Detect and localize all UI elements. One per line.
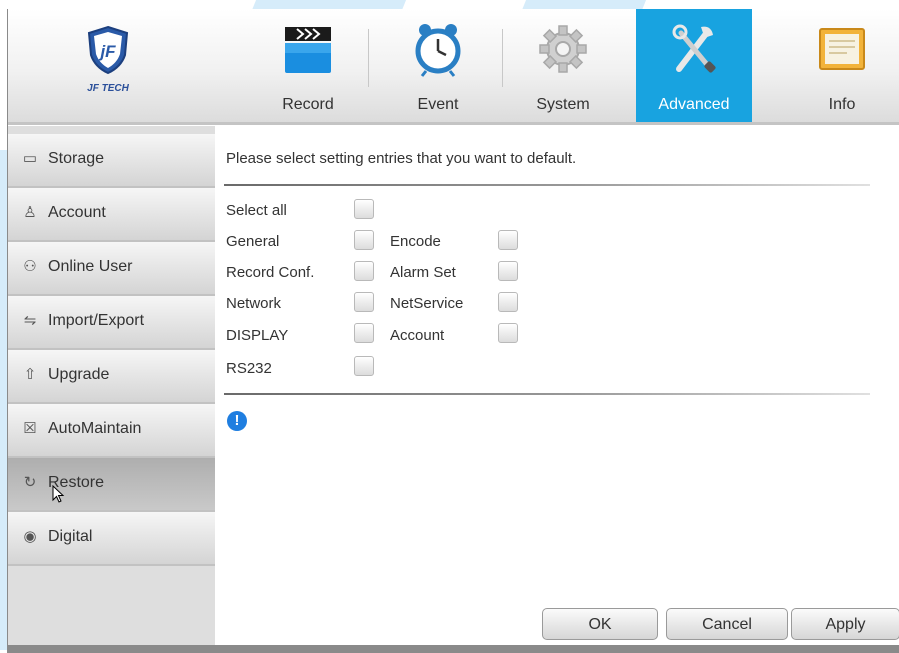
bottom-bar	[8, 645, 899, 653]
option-label-encode: Encode	[390, 233, 441, 250]
tab-label: Info	[828, 96, 856, 113]
users-icon: ⚇	[23, 258, 37, 275]
sidebar-item-label: Digital	[48, 528, 93, 545]
tab-divider	[502, 29, 503, 87]
mouse-cursor-icon	[52, 485, 65, 503]
gear-icon	[539, 25, 587, 73]
tab-divider	[368, 29, 369, 87]
sidebar-item-digital[interactable]: ◉ Digital	[8, 512, 215, 566]
alarm-clock-icon	[415, 24, 461, 77]
select-all-checkbox[interactable]	[354, 199, 374, 219]
shield-logo-icon: jF	[87, 25, 129, 75]
info-icon: !	[227, 411, 247, 431]
checkbox-network[interactable]	[354, 292, 374, 312]
logo-text: JF TECH	[87, 83, 129, 94]
panel-headline: Please select setting entries that you w…	[226, 150, 577, 167]
cancel-button[interactable]: Cancel	[666, 608, 788, 640]
tab-label: Advanced	[658, 96, 730, 113]
top-nav-bar: jF JF TECH Record Event System Advanced …	[8, 9, 899, 125]
restore-icon: ↻	[23, 474, 37, 491]
digital-icon: ◉	[23, 528, 37, 545]
tab-advanced[interactable]: Advanced	[636, 9, 752, 122]
divider	[224, 393, 870, 395]
divider	[224, 184, 870, 186]
sidebar-item-storage[interactable]: ▭ Storage	[8, 134, 215, 188]
restore-panel: Please select setting entries that you w…	[215, 126, 899, 645]
option-label-account: Account	[390, 327, 445, 344]
sidebar-item-label: Upgrade	[48, 366, 110, 383]
checkbox-netservice[interactable]	[498, 292, 518, 312]
sidebar-item-account[interactable]: ♙ Account	[8, 188, 215, 242]
sidebar-item-import-export[interactable]: ⇋ Import/Export	[8, 296, 215, 350]
tab-label: System	[536, 96, 590, 113]
option-label-network: Network	[226, 295, 282, 312]
option-label-rs232: RS232	[226, 360, 272, 377]
calendar-icon: ☒	[23, 420, 37, 437]
svg-text:jF: jF	[98, 42, 116, 61]
upgrade-icon: ⇧	[23, 366, 37, 383]
sidebar-item-automaintain[interactable]: ☒ AutoMaintain	[8, 404, 215, 458]
option-label-alarm-set: Alarm Set	[390, 264, 456, 281]
checkbox-display[interactable]	[354, 323, 374, 343]
option-label-general: General	[226, 233, 280, 250]
checkbox-record-conf[interactable]	[354, 261, 374, 281]
option-label-display: DISPLAY	[226, 327, 289, 344]
tab-info[interactable]: Info	[784, 9, 899, 122]
option-label-record-conf: Record Conf.	[226, 264, 315, 281]
checkbox-alarm-set[interactable]	[498, 261, 518, 281]
sidebar-item-label: Import/Export	[48, 312, 145, 329]
tab-label: Record	[282, 96, 334, 113]
select-all-label: Select all	[226, 202, 287, 219]
checkbox-general[interactable]	[354, 230, 374, 250]
tab-event[interactable]: Event	[380, 9, 496, 122]
sidebar: ▭ Storage ♙ Account ⚇ Online User ⇋ Impo…	[8, 126, 215, 645]
storage-icon: ▭	[22, 150, 38, 167]
option-label-netservice: NetService	[390, 295, 464, 312]
tab-system[interactable]: System	[505, 9, 621, 122]
tab-record[interactable]: Record	[250, 9, 366, 122]
sidebar-item-label: Storage	[48, 150, 105, 167]
logo: jF JF TECH	[48, 19, 168, 99]
user-icon: ♙	[23, 204, 37, 221]
sidebar-item-label: Account	[48, 204, 106, 221]
checkbox-rs232[interactable]	[354, 356, 374, 376]
import-export-icon: ⇋	[23, 312, 37, 329]
app-window: jF JF TECH Record Event System Advanced …	[7, 9, 899, 653]
sidebar-item-label: Online User	[48, 258, 133, 275]
checkbox-encode[interactable]	[498, 230, 518, 250]
sidebar-item-restore[interactable]: ↻ Restore	[8, 458, 215, 512]
sidebar-item-online-user[interactable]: ⚇ Online User	[8, 242, 215, 296]
sidebar-item-upgrade[interactable]: ⇧ Upgrade	[8, 350, 215, 404]
ok-button[interactable]: OK	[542, 608, 658, 640]
monitor-icon	[819, 28, 865, 70]
clapperboard-icon	[285, 27, 331, 73]
sidebar-item-label: AutoMaintain	[48, 420, 142, 437]
apply-button[interactable]: Apply	[791, 608, 899, 640]
tools-icon	[672, 24, 716, 73]
checkbox-account[interactable]	[498, 323, 518, 343]
tab-label: Event	[417, 96, 459, 113]
